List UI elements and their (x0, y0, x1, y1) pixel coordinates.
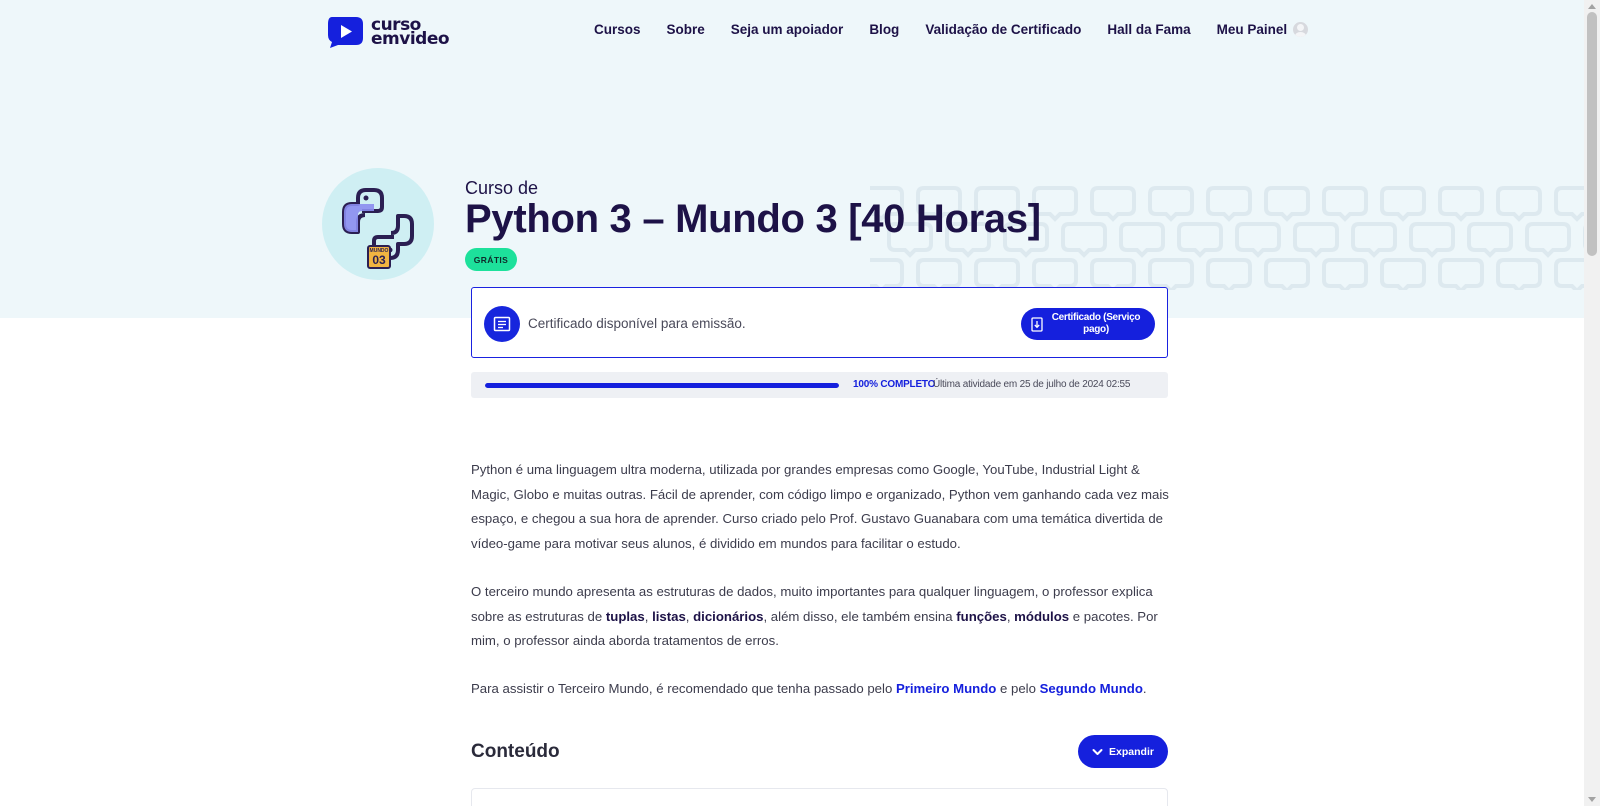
pattern-bubble (974, 258, 1020, 290)
vertical-scrollbar[interactable] (1584, 0, 1600, 806)
pattern-bubble (1032, 258, 1078, 290)
p3-text-a: Para assistir o Terceiro Mundo, é recome… (471, 680, 896, 696)
term-listas: listas (652, 608, 686, 624)
pattern-bubble (1061, 222, 1107, 258)
pattern-bubble (1206, 186, 1252, 222)
meu-painel-label: Meu Painel (1216, 22, 1288, 37)
pattern-bubble (1438, 186, 1484, 222)
scroll-down-arrow-icon[interactable] (1588, 797, 1596, 802)
course-description: Python é uma linguagem ultra moderna, ut… (471, 458, 1171, 725)
expand-button-label: Expandir (1109, 745, 1154, 758)
progress-bar-fill (485, 383, 839, 388)
mundo-badge: MUNDO 03 (367, 245, 391, 269)
p3-text-b: e pelo (996, 680, 1040, 696)
progress-bar (485, 383, 839, 388)
description-paragraph-2: O terceiro mundo apresenta as estruturas… (471, 580, 1171, 654)
avatar (1293, 22, 1309, 37)
course-pre-title: Curso de (465, 178, 539, 198)
pattern-bubble (1322, 186, 1368, 222)
certificate-message: Certificado disponível para emissão. (528, 316, 746, 331)
pattern-bubble (1351, 222, 1397, 258)
nav-blog[interactable]: Blog (869, 22, 899, 37)
pattern-bubble (916, 258, 962, 290)
p3-text-c: . (1142, 680, 1147, 696)
nav-hall-da-fama[interactable]: Hall da Fama (1107, 22, 1190, 37)
nav-apoiador[interactable]: Seja um apoiador (731, 22, 844, 37)
pattern-bubble (1264, 258, 1310, 290)
pattern-bubble (1090, 258, 1136, 290)
certificate-panel: Certificado disponível para emissão. Cer… (471, 287, 1168, 358)
pattern-bubble (1148, 258, 1194, 290)
nav-validacao-certificado[interactable]: Validação de Certificado (925, 22, 1081, 37)
certificate-button[interactable]: Certificado (Serviço pago) (1021, 308, 1155, 340)
scrollbar-thumb[interactable] (1587, 12, 1597, 256)
pattern-bubble (1206, 258, 1252, 290)
site-logo[interactable]: curso emvideo (326, 15, 450, 49)
pattern-bubble (1090, 186, 1136, 222)
pattern-bubble (1148, 186, 1194, 222)
p2-text-b: , além disso, ele também ensina (763, 608, 957, 624)
content-heading: Conteúdo (471, 741, 560, 762)
expand-button[interactable]: Expandir (1078, 735, 1168, 768)
pattern-bubble (1235, 222, 1281, 258)
play-logo-icon (328, 17, 363, 48)
link-segundo-mundo[interactable]: Segundo Mundo (1040, 681, 1143, 696)
page-title: Python 3 – Mundo 3 [40 Horas] (465, 197, 1041, 241)
pattern-bubble (1177, 222, 1223, 258)
pattern-bubble (1380, 258, 1426, 290)
certificate-button-label: Certificado (Serviço pago) (1051, 312, 1141, 335)
content-list (471, 788, 1168, 806)
pattern-bubble (1293, 222, 1339, 258)
logo-line-2: emvideo (371, 28, 450, 49)
pattern-bubble (1496, 258, 1542, 290)
nav-cursos[interactable]: Cursos (594, 22, 641, 37)
scroll-up-arrow-icon[interactable] (1588, 4, 1596, 9)
top-navigation: curso emvideo Cursos Sobre Seja um apoia… (0, 0, 1584, 64)
pattern-bubble (1496, 186, 1542, 222)
nav-sobre[interactable]: Sobre (667, 22, 705, 37)
pattern-bubble (1467, 222, 1513, 258)
term-tuplas: tuplas (605, 608, 645, 624)
description-paragraph-3: Para assistir o Terceiro Mundo, é recome… (471, 677, 1171, 702)
nav-meu-painel[interactable]: Meu Painel (1217, 22, 1309, 37)
pattern-bubble (1554, 258, 1584, 290)
chevron-down-icon (1092, 748, 1103, 755)
term-funcoes: funções (956, 608, 1007, 624)
download-document-icon (1031, 316, 1043, 332)
logo-wordmark: curso emvideo (371, 16, 450, 49)
pattern-bubble (1322, 258, 1368, 290)
description-paragraph-1: Python é uma linguagem ultra moderna, ut… (471, 462, 1169, 552)
course-icon: MUNDO 03 (322, 168, 434, 280)
progress-percent: 100% COMPLETO (853, 379, 936, 390)
price-badge: GRÁTIS (465, 248, 517, 271)
main-nav: Cursos Sobre Seja um apoiador Blog Valid… (594, 22, 1309, 37)
last-activity: Última atividade em 25 de julho de 2024 … (933, 379, 1131, 390)
link-primeiro-mundo[interactable]: Primeiro Mundo (896, 681, 996, 696)
pattern-bubble (1409, 222, 1455, 258)
term-modulos: módulos (1014, 608, 1070, 624)
pattern-bubble (870, 258, 904, 290)
pattern-bubble (1119, 222, 1165, 258)
course-progress: 100% COMPLETO Última atividade em 25 de … (471, 372, 1168, 398)
pattern-bubble (1554, 186, 1584, 222)
certificate-icon (484, 306, 520, 342)
term-dicionarios: dicionários (693, 608, 764, 624)
mundo-badge-number: 03 (372, 253, 386, 267)
pattern-bubble (1264, 186, 1310, 222)
pattern-bubble (1380, 186, 1426, 222)
pattern-bubble (1525, 222, 1571, 258)
p2-sep-1: , (644, 608, 653, 624)
pattern-bubble (1438, 258, 1484, 290)
